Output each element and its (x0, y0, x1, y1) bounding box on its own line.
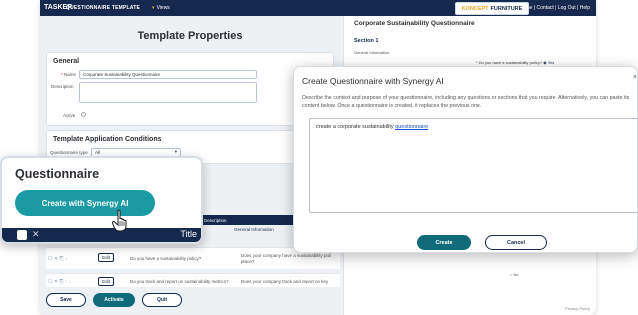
description-label: Description (51, 84, 74, 89)
callout-table-header: ✕ Title (2, 228, 201, 242)
prompt-highlight: questionnaire (395, 124, 429, 130)
views-menu[interactable]: ▾ Views (152, 5, 170, 11)
create-button[interactable]: Create (417, 235, 471, 250)
row-controls[interactable]: ☐ ✕ ⎘ ↑ ↓ (48, 279, 71, 285)
brand-k: KONCEPT (461, 5, 489, 12)
close-icon[interactable]: ✕ (32, 229, 40, 240)
row-controls[interactable]: ☐ ✕ ⎘ ↓ (48, 256, 67, 262)
create-with-synergy-ai-button[interactable]: Create with Synergy AI (15, 190, 155, 216)
select-all-checkbox[interactable] (17, 230, 27, 240)
prompt-text: create a corporate sustainability (316, 124, 396, 130)
template-label: QUESTIONNAIRE TEMPLATE (66, 5, 141, 11)
activate-button[interactable]: Activate (93, 293, 135, 307)
dialog-title: Create Questionnaire with Synergy AI (302, 76, 444, 86)
screenshot-stage: TASKER QUESTIONNAIRE TEMPLATE ▾ Views Ho… (0, 0, 638, 315)
app-logo[interactable]: TASKER (44, 2, 72, 14)
brand-f: FURNITURE (490, 5, 523, 12)
name-label: * Name (61, 72, 77, 77)
edit-button[interactable]: Edit (98, 277, 114, 286)
description-field[interactable] (79, 82, 257, 103)
dialog-description: Describe the context and purpose of your… (302, 95, 630, 109)
general-info-cell: General Information (234, 227, 274, 232)
privacy-policy-link[interactable]: Privacy Policy (565, 306, 590, 311)
no-radio[interactable]: ○ No (510, 272, 519, 277)
question-description: Does your company have a sustainability … (241, 253, 332, 264)
prompt-textarea[interactable]: create a corporate sustainability questi… (309, 118, 638, 213)
close-icon[interactable]: × (633, 74, 637, 81)
general-heading: General (53, 58, 80, 65)
general-information: General Information (354, 50, 390, 55)
active-label: Active (63, 113, 76, 118)
page-title: Template Properties (137, 30, 243, 42)
name-field[interactable]: Corporate Sustainability Questionnaire (79, 70, 257, 79)
description-column-header: Description (204, 218, 227, 223)
save-button[interactable]: Save (46, 293, 86, 307)
zoom-callout: Questionnaire Create with Synergy AI ✕ T… (0, 156, 203, 244)
hand-pointer-icon (111, 209, 127, 232)
question-description: Does your company track and report on ke… (241, 279, 329, 284)
header-links[interactable]: Home | Contact | Log Out | Help (519, 5, 590, 11)
views-label: Views (156, 5, 170, 11)
table-row: ☐ ✕ ⎘ ↑ ↓ Edit Do you track and report o… (46, 273, 340, 287)
cancel-button[interactable]: Cancel (485, 235, 547, 250)
chevron-down-icon: ▾ (174, 149, 177, 154)
chevron-down-icon: ▾ (152, 5, 155, 11)
general-card: General * Name Corporate Sustainability … (46, 52, 334, 126)
conditions-heading: Template Application Conditions (53, 136, 162, 143)
yes-radio[interactable]: ◉ Yes (543, 60, 554, 65)
create-ai-dialog: Create Questionnaire with Synergy AI × D… (293, 66, 638, 253)
question-text: Do you have a sustainability policy? (130, 256, 202, 261)
quit-button[interactable]: Quit (142, 293, 182, 307)
action-bar: Save Activate Quit (46, 293, 182, 307)
preview-title: Corporate Sustainability Questionnaire (354, 20, 475, 27)
qtype-label: Questionnaire type (50, 150, 88, 155)
callout-title: Questionnaire (15, 167, 100, 181)
title-column-header: Title (180, 229, 197, 239)
section-title: Section 1 (354, 38, 379, 44)
brand-logo: KONCEPT FURNITURE (455, 2, 529, 15)
preview-question: * Do you have a sustainability policy? ◉… (476, 60, 555, 65)
question-text: Do you track and report on sustainabilit… (130, 279, 229, 284)
edit-button[interactable]: Edit (98, 253, 114, 262)
active-checkbox[interactable] (81, 112, 86, 117)
